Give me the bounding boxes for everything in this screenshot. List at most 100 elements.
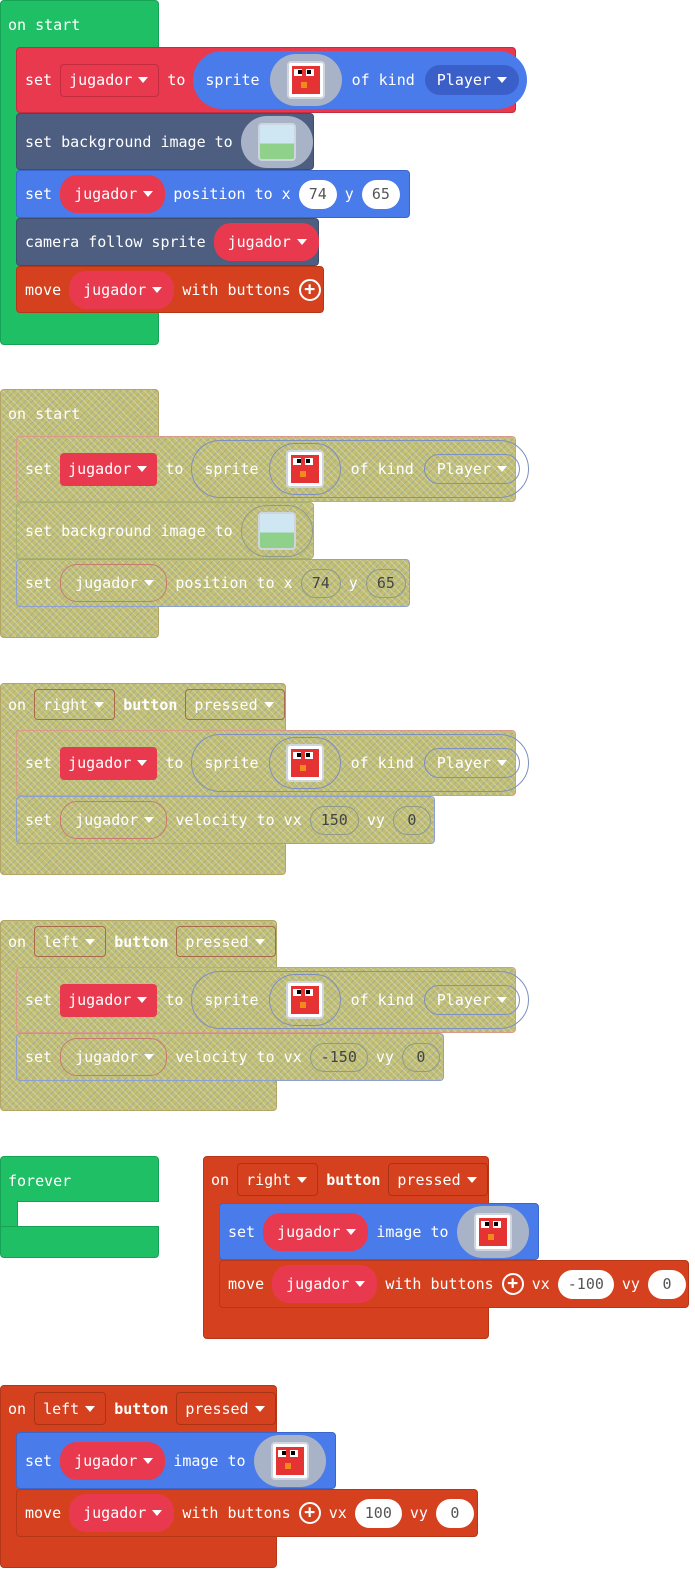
set-position-block[interactable]: set jugador position to x 74 y 65: [16, 170, 410, 218]
variable-dropdown[interactable]: jugador: [60, 746, 158, 780]
caret-down-icon: [85, 938, 96, 945]
variable-dropdown[interactable]: jugador: [60, 63, 160, 97]
move-label: move: [25, 1504, 62, 1522]
to-label: to: [165, 754, 184, 772]
move-label: move: [25, 280, 62, 299]
variable-dropdown[interactable]: jugador: [69, 1494, 175, 1532]
set-background-block-disabled[interactable]: set background image to: [16, 502, 314, 559]
vx-input[interactable]: -150: [309, 1042, 368, 1072]
kind-dropdown[interactable]: Player: [423, 748, 520, 778]
button-dropdown[interactable]: right: [237, 1163, 319, 1196]
sprite-label: sprite: [204, 991, 259, 1009]
y-label: y: [348, 574, 358, 592]
y-input[interactable]: 65: [361, 179, 400, 209]
background-image-slot[interactable]: [240, 115, 313, 168]
sprite-image-slot[interactable]: [268, 974, 341, 1026]
plus-icon[interactable]: +: [298, 278, 321, 301]
move-with-buttons-block[interactable]: move jugador with buttons + vx -100 vy 0: [219, 1260, 689, 1308]
kind-dropdown[interactable]: Player: [424, 65, 519, 95]
vx-input[interactable]: 100: [354, 1498, 402, 1528]
caret-down-icon: [152, 1510, 163, 1516]
set-sprite-block-disabled[interactable]: set jugador to sprite of kind Player: [16, 730, 529, 796]
kind-dropdown[interactable]: Player: [423, 454, 520, 484]
event-dropdown[interactable]: pressed: [176, 926, 276, 957]
set-label: set: [25, 71, 53, 89]
sprite-of-kind-block[interactable]: sprite of kind Player: [191, 440, 529, 498]
button-dropdown[interactable]: left: [34, 1392, 107, 1425]
background-image-slot[interactable]: [240, 504, 313, 557]
sprite-image-icon: [285, 450, 324, 488]
variable-dropdown[interactable]: jugador: [213, 223, 319, 261]
sprite-image-icon: [285, 744, 324, 782]
variable-dropdown[interactable]: jugador: [60, 983, 158, 1017]
set-label: set: [25, 574, 53, 592]
event-dropdown[interactable]: pressed: [176, 1392, 276, 1425]
set-label: set: [25, 991, 53, 1009]
variable-dropdown[interactable]: jugador: [60, 175, 166, 213]
vy-label: vy: [375, 1048, 394, 1066]
button-dropdown[interactable]: right: [34, 689, 116, 720]
variable-dropdown[interactable]: jugador: [263, 1212, 369, 1251]
button-dropdown[interactable]: left: [34, 926, 107, 957]
x-input[interactable]: 74: [300, 568, 341, 598]
caret-down-icon: [496, 466, 507, 472]
set-velocity-block-disabled[interactable]: set jugador velocity to vx 150 vy 0: [16, 796, 435, 844]
vy-input[interactable]: 0: [401, 1042, 440, 1072]
sprite-of-kind-block[interactable]: sprite of kind Player: [191, 971, 529, 1029]
move-with-buttons-block[interactable]: move jugador with buttons + vx 100 vy 0: [16, 1489, 478, 1537]
sprite-label: sprite: [204, 460, 259, 478]
variable-dropdown[interactable]: jugador: [60, 1441, 166, 1480]
variable-dropdown[interactable]: jugador: [272, 1265, 378, 1303]
x-input[interactable]: 74: [298, 179, 337, 209]
set-image-block[interactable]: set jugador image to: [16, 1432, 336, 1489]
vx-input[interactable]: 150: [309, 805, 359, 835]
plus-icon[interactable]: +: [501, 1273, 524, 1295]
vy-input[interactable]: 0: [435, 1498, 474, 1528]
sprite-of-kind-block[interactable]: sprite of kind Player: [193, 51, 527, 109]
sprite-image-slot[interactable]: [268, 737, 341, 789]
vy-input[interactable]: 0: [392, 805, 431, 835]
caret-down-icon: [496, 997, 507, 1003]
set-sprite-block-disabled[interactable]: set jugador to sprite of kind Player: [16, 436, 529, 502]
vy-input[interactable]: 0: [647, 1269, 686, 1299]
set-background-block[interactable]: set background image to: [16, 113, 314, 170]
caret-down-icon: [466, 1176, 477, 1183]
set-sprite-block-disabled[interactable]: set jugador to sprite of kind Player: [16, 967, 529, 1033]
variable-dropdown[interactable]: jugador: [60, 564, 168, 602]
vy-label: vy: [366, 811, 385, 829]
variable-dropdown[interactable]: jugador: [60, 1038, 168, 1076]
image-to-label: image to: [173, 1451, 246, 1470]
caret-down-icon: [263, 701, 274, 708]
caret-down-icon: [143, 191, 154, 197]
event-dropdown[interactable]: pressed: [388, 1163, 488, 1196]
set-image-block[interactable]: set jugador image to: [219, 1203, 539, 1260]
set-background-label: set background image to: [25, 132, 233, 151]
set-sprite-block[interactable]: set jugador to sprite of kind Player: [16, 47, 527, 113]
move-with-buttons-block[interactable]: move jugador with buttons +: [16, 266, 324, 313]
with-buttons-label: with buttons: [182, 1504, 291, 1522]
camera-follow-block[interactable]: camera follow sprite jugador: [16, 218, 319, 266]
variable-dropdown[interactable]: jugador: [60, 801, 168, 839]
forever-block-bottom: [0, 1226, 159, 1258]
y-input[interactable]: 65: [365, 568, 406, 598]
variable-dropdown[interactable]: jugador: [60, 452, 158, 486]
of-kind-label: of kind: [350, 754, 414, 772]
set-velocity-block-disabled[interactable]: set jugador velocity to vx -150 vy 0: [16, 1033, 444, 1081]
set-position-block-disabled[interactable]: set jugador position to x 74 y 65: [16, 559, 410, 607]
sprite-image-slot[interactable]: [456, 1205, 529, 1258]
kind-dropdown[interactable]: Player: [423, 985, 520, 1015]
background-image-icon: [257, 122, 296, 161]
sprite-image-slot[interactable]: [253, 1434, 326, 1487]
vx-input[interactable]: -100: [557, 1269, 614, 1299]
y-label: y: [344, 185, 354, 203]
set-label: set: [25, 185, 53, 203]
velocity-label: velocity to vx: [175, 1048, 302, 1066]
variable-dropdown[interactable]: jugador: [69, 270, 175, 309]
sprite-image-slot[interactable]: [268, 443, 341, 495]
position-label: position to x: [175, 574, 293, 592]
event-dropdown[interactable]: pressed: [185, 689, 285, 720]
sprite-image-slot[interactable]: [269, 54, 342, 106]
sprite-of-kind-block[interactable]: sprite of kind Player: [191, 734, 529, 792]
plus-icon[interactable]: +: [298, 1502, 321, 1524]
caret-down-icon: [144, 1054, 155, 1060]
